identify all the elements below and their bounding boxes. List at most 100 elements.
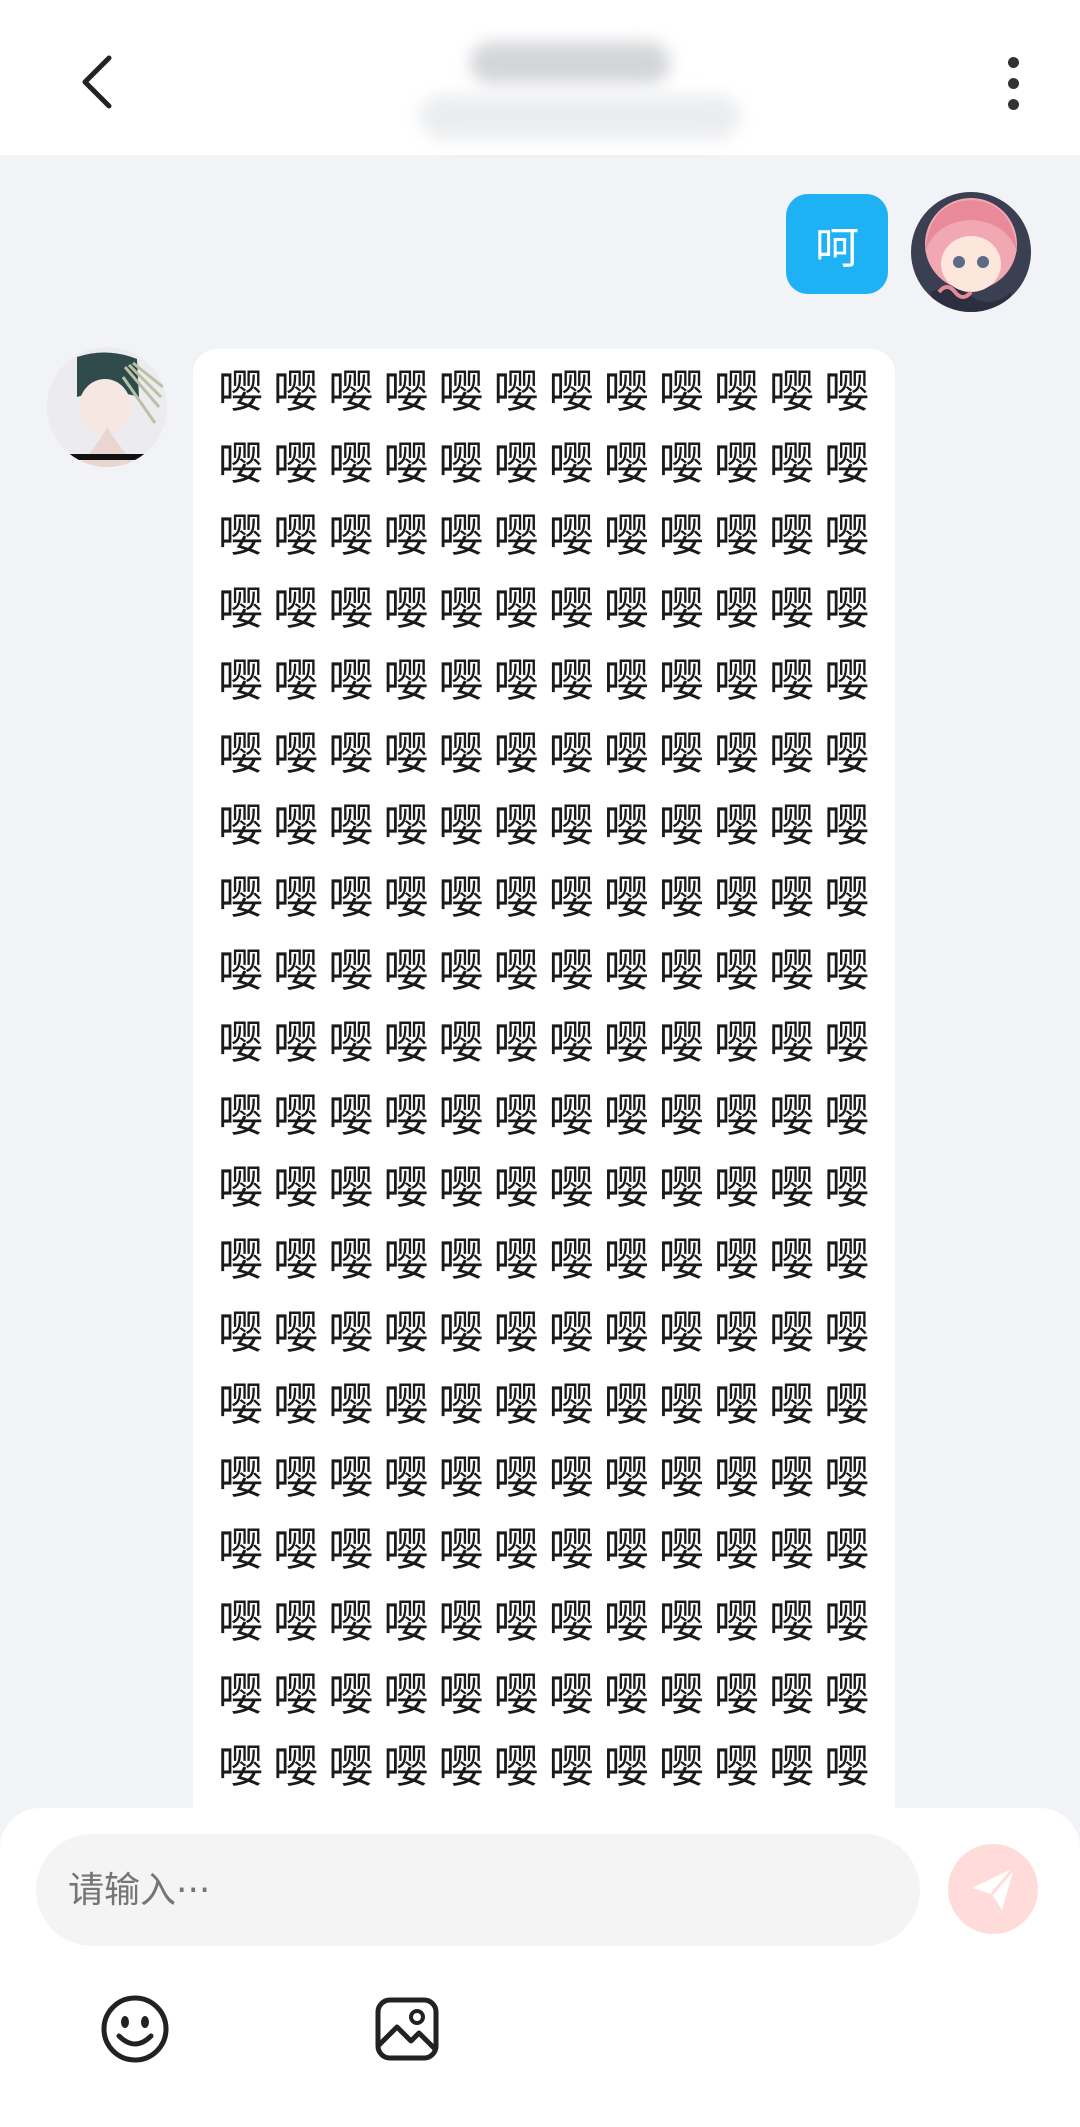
message-char: 嘤 <box>438 943 484 997</box>
message-char: 嘤 <box>603 1378 649 1432</box>
message-char: 嘤 <box>658 1450 704 1504</box>
message-char: 嘤 <box>658 581 704 635</box>
message-text-row: 嘤嘤嘤嘤嘤嘤嘤嘤嘤嘤嘤嘤 <box>213 1151 875 1223</box>
message-char: 嘤 <box>438 1450 484 1504</box>
message-char: 嘤 <box>603 1667 649 1721</box>
message-char: 嘤 <box>438 437 484 491</box>
my-avatar[interactable] <box>911 192 1031 312</box>
message-char: 嘤 <box>824 1160 870 1214</box>
message-char: 嘤 <box>658 871 704 925</box>
message-char: 嘤 <box>658 437 704 491</box>
message-char: 嘤 <box>658 1088 704 1142</box>
message-char: 嘤 <box>438 509 484 563</box>
message-char: 嘤 <box>768 1160 814 1214</box>
message-char: 嘤 <box>383 581 429 635</box>
message-char: 嘤 <box>328 726 374 780</box>
message-char: 嘤 <box>328 1088 374 1142</box>
message-char: 嘤 <box>328 943 374 997</box>
emoji-button[interactable] <box>98 1992 172 2066</box>
message-text-row: 嘤嘤嘤嘤嘤嘤嘤嘤嘤嘤嘤嘤 <box>213 1079 875 1151</box>
message-char: 嘤 <box>383 437 429 491</box>
message-char: 嘤 <box>438 799 484 853</box>
message-char: 嘤 <box>438 1740 484 1794</box>
message-char: 嘤 <box>328 1667 374 1721</box>
message-text: 嘤嘤嘤嘤嘤嘤嘤嘤嘤嘤嘤嘤嘤嘤嘤嘤嘤嘤嘤嘤嘤嘤嘤嘤嘤嘤嘤嘤嘤嘤嘤嘤嘤嘤嘤嘤嘤嘤嘤嘤… <box>213 355 875 1803</box>
message-char: 嘤 <box>273 654 319 708</box>
message-text-row: 嘤嘤嘤嘤嘤嘤嘤嘤嘤嘤嘤嘤 <box>213 717 875 789</box>
smiley-icon <box>101 1995 169 2063</box>
message-char: 嘤 <box>658 1378 704 1432</box>
message-char: 嘤 <box>218 799 264 853</box>
more-options-button[interactable] <box>990 52 1036 114</box>
message-char: 嘤 <box>383 1016 429 1070</box>
message-char: 嘤 <box>713 364 759 418</box>
image-icon <box>375 1997 439 2061</box>
message-char: 嘤 <box>658 799 704 853</box>
back-button[interactable] <box>68 52 124 112</box>
send-button[interactable] <box>948 1844 1038 1934</box>
message-char: 嘤 <box>383 1595 429 1649</box>
message-char: 嘤 <box>768 581 814 635</box>
chat-subtitle-obscured <box>420 95 740 139</box>
message-char: 嘤 <box>658 943 704 997</box>
message-char: 嘤 <box>493 437 539 491</box>
message-char: 嘤 <box>548 1522 594 1576</box>
message-char: 嘤 <box>218 726 264 780</box>
message-char: 嘤 <box>273 726 319 780</box>
contact-message-bubble[interactable]: 嘤嘤嘤嘤嘤嘤嘤嘤嘤嘤嘤嘤嘤嘤嘤嘤嘤嘤嘤嘤嘤嘤嘤嘤嘤嘤嘤嘤嘤嘤嘤嘤嘤嘤嘤嘤嘤嘤嘤嘤… <box>193 349 895 1809</box>
message-char: 嘤 <box>493 1088 539 1142</box>
contact-avatar[interactable] <box>47 347 167 467</box>
message-char: 嘤 <box>328 437 374 491</box>
message-char: 嘤 <box>768 509 814 563</box>
message-char: 嘤 <box>768 1378 814 1432</box>
my-message-bubble[interactable]: 呵 <box>786 194 888 294</box>
message-char: 嘤 <box>768 799 814 853</box>
message-char: 嘤 <box>658 726 704 780</box>
message-char: 嘤 <box>548 509 594 563</box>
message-char: 嘤 <box>713 1595 759 1649</box>
message-char: 嘤 <box>768 1016 814 1070</box>
message-char: 嘤 <box>273 1088 319 1142</box>
message-text-row: 嘤嘤嘤嘤嘤嘤嘤嘤嘤嘤嘤嘤 <box>213 500 875 572</box>
message-char: 嘤 <box>438 1088 484 1142</box>
message-char: 嘤 <box>328 1233 374 1287</box>
message-char: 嘤 <box>383 1160 429 1214</box>
message-char: 嘤 <box>658 364 704 418</box>
message-char: 嘤 <box>824 437 870 491</box>
message-char: 嘤 <box>218 437 264 491</box>
message-char: 嘤 <box>438 1667 484 1721</box>
message-char: 嘤 <box>603 1160 649 1214</box>
image-button[interactable] <box>370 1992 444 2066</box>
message-char: 嘤 <box>603 1233 649 1287</box>
message-char: 嘤 <box>603 581 649 635</box>
message-char: 嘤 <box>713 1088 759 1142</box>
message-char: 嘤 <box>328 364 374 418</box>
message-char: 嘤 <box>383 1378 429 1432</box>
message-char: 嘤 <box>218 1088 264 1142</box>
message-text-row: 嘤嘤嘤嘤嘤嘤嘤嘤嘤嘤嘤嘤 <box>213 1007 875 1079</box>
message-char: 嘤 <box>548 364 594 418</box>
message-char: 嘤 <box>273 1667 319 1721</box>
message-char: 嘤 <box>658 1740 704 1794</box>
message-char: 嘤 <box>713 871 759 925</box>
chevron-left-icon <box>82 55 112 109</box>
message-text-row: 嘤嘤嘤嘤嘤嘤嘤嘤嘤嘤嘤嘤 <box>213 789 875 861</box>
message-char: 嘤 <box>493 1522 539 1576</box>
message-char: 嘤 <box>768 871 814 925</box>
message-char: 嘤 <box>713 1016 759 1070</box>
message-char: 嘤 <box>273 1450 319 1504</box>
message-char: 嘤 <box>493 1233 539 1287</box>
message-char: 嘤 <box>658 509 704 563</box>
message-text-row: 嘤嘤嘤嘤嘤嘤嘤嘤嘤嘤嘤嘤 <box>213 1730 875 1802</box>
message-char: 嘤 <box>218 1667 264 1721</box>
message-char: 嘤 <box>383 726 429 780</box>
message-text-row: 嘤嘤嘤嘤嘤嘤嘤嘤嘤嘤嘤嘤 <box>213 1296 875 1368</box>
message-char: 嘤 <box>603 1305 649 1359</box>
message-char: 嘤 <box>493 871 539 925</box>
message-char: 嘤 <box>824 1378 870 1432</box>
message-char: 嘤 <box>713 1305 759 1359</box>
message-text-row: 嘤嘤嘤嘤嘤嘤嘤嘤嘤嘤嘤嘤 <box>213 1513 875 1585</box>
message-char: 嘤 <box>218 871 264 925</box>
message-char: 嘤 <box>383 871 429 925</box>
message-input[interactable] <box>36 1834 920 1946</box>
